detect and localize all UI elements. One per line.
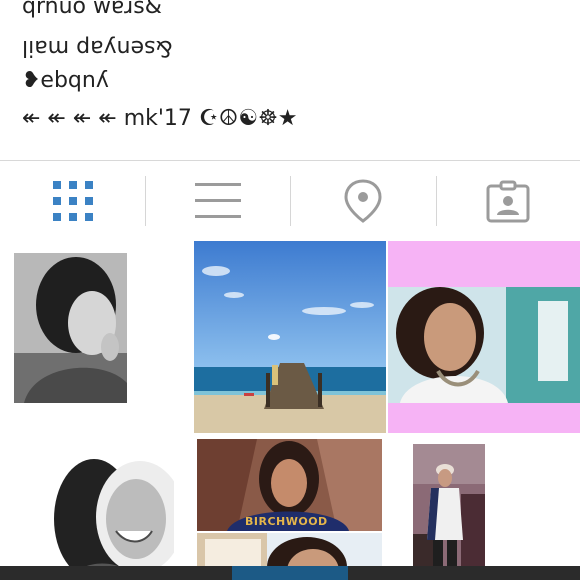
photo-caption-birchwood: BIRCHWOOD <box>245 515 328 528</box>
birchwood-shirt-photo[interactable]: BIRCHWOOD <box>197 439 382 531</box>
beach-pier-photo[interactable] <box>194 241 386 433</box>
bottom-scroll-indicator <box>232 566 348 580</box>
tab-location-view[interactable] <box>290 161 435 241</box>
standing-room-photo[interactable] <box>413 444 485 580</box>
tab-list-view[interactable] <box>145 161 290 241</box>
bio-line-2-text: &senyap mail <box>22 35 173 60</box>
tab-divider-3 <box>436 176 437 226</box>
photo-grid: BIRCHWOOD <box>0 241 580 580</box>
list-icon <box>194 183 241 218</box>
profile-bio: qrnuo wɐɹs& &senyap mail ❥ebqnʎ ↞ ↞ ↞ ↞ … <box>0 0 580 160</box>
tab-grid-view[interactable] <box>0 161 145 241</box>
smiling-bw-photo[interactable] <box>40 453 174 580</box>
tab-tagged-view[interactable] <box>435 161 580 241</box>
bio-line-2: &senyap mail <box>22 34 173 60</box>
bw-portrait-photo[interactable] <box>14 253 127 403</box>
grid-icon <box>52 181 93 221</box>
bio-line-4: ↞ ↞ ↞ ↞ mk'17 ☪☮☯☸★ <box>22 106 298 131</box>
tab-divider-1 <box>145 176 146 226</box>
tagged-person-icon <box>486 180 529 223</box>
selfie-pink-border-photo[interactable] <box>388 241 580 433</box>
map-pin-icon <box>343 179 382 223</box>
bio-line-1: qrnuo wɐɹs& <box>22 0 162 19</box>
tab-divider-2 <box>290 176 291 226</box>
bio-line-3: ❥ebqnʎ <box>22 68 109 93</box>
